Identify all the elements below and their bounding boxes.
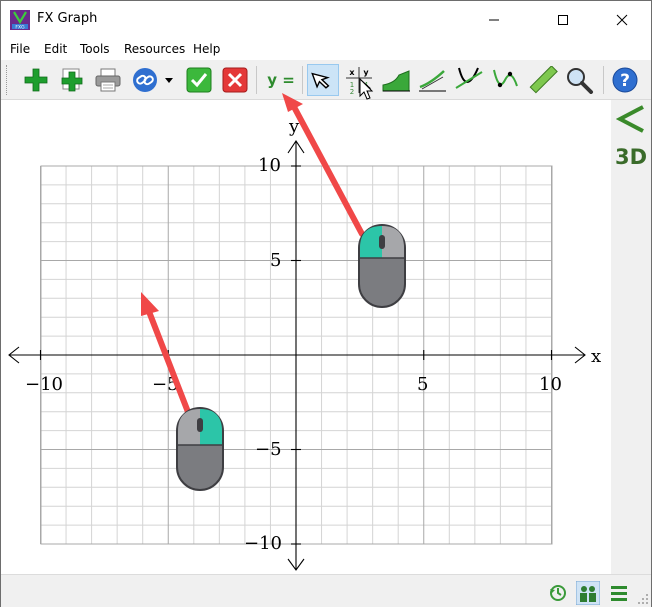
menu-file[interactable]: File <box>10 42 30 56</box>
svg-text:FXG: FXG <box>15 24 25 30</box>
printer-icon <box>95 68 121 92</box>
pointer-arrow-icon <box>311 72 330 89</box>
toolbar-separator <box>603 66 604 94</box>
link-button[interactable] <box>129 64 161 96</box>
x-tick-label: 10 <box>539 374 562 395</box>
svg-text:y: y <box>363 68 369 77</box>
svg-text:?: ? <box>620 71 630 91</box>
link-icon <box>133 68 157 92</box>
graph-canvas[interactable]: x y −10 −5 5 10 10 5 −5 −10 <box>1 100 611 574</box>
xy-table-icon: x y 1 4 2 <box>346 67 372 95</box>
resize-grip-icon[interactable] <box>637 593 649 605</box>
menu-tools[interactable]: Tools <box>80 42 110 56</box>
tangent-line-icon <box>419 70 446 92</box>
y-equals-label: y = <box>267 71 295 89</box>
y-tick-label: 10 <box>258 155 281 176</box>
x-tick-label: −5 <box>152 374 179 395</box>
print-button[interactable] <box>92 64 124 96</box>
svg-text:x: x <box>349 68 355 77</box>
toolbar-separator <box>256 66 257 94</box>
y-tick-label: −5 <box>255 439 282 460</box>
menu-help[interactable]: Help <box>193 42 220 56</box>
toolbar-grip[interactable] <box>6 65 9 95</box>
maximize-button[interactable] <box>540 1 586 38</box>
y-tick-label: −10 <box>244 533 282 554</box>
minimize-button[interactable] <box>471 1 517 38</box>
y-equals-button[interactable]: y = <box>263 64 299 96</box>
x-tick-label: −10 <box>25 374 63 395</box>
dropdown-arrow-icon <box>165 78 173 83</box>
close-icon <box>616 14 628 25</box>
area-tool-button[interactable] <box>380 64 412 96</box>
class-users-icon[interactable] <box>576 581 600 605</box>
svg-text:2: 2 <box>350 88 354 95</box>
y-tick-label: 5 <box>270 250 281 271</box>
table-of-values-button[interactable]: x y 1 4 2 <box>343 64 375 96</box>
history-clock-icon[interactable] <box>548 583 568 603</box>
window-title: FX Graph <box>37 11 98 26</box>
title-bar: FXG FX Graph <box>1 1 651 38</box>
magnifier-icon <box>567 68 593 94</box>
x-axis-label: x <box>591 346 601 367</box>
add-button[interactable] <box>20 64 52 96</box>
cancel-button[interactable] <box>219 64 251 96</box>
close-window-button[interactable] <box>599 1 645 38</box>
x-tick-label: 5 <box>417 374 428 395</box>
toolbar: y = x y 1 4 2 <box>1 60 651 100</box>
minimize-icon <box>489 19 499 20</box>
link-dropdown-button[interactable] <box>161 64 177 96</box>
intersection-tool-button[interactable] <box>453 64 485 96</box>
menu-lines-icon[interactable] <box>609 583 629 603</box>
tangent-tool-button[interactable] <box>416 64 448 96</box>
side-panel <box>611 100 651 574</box>
menu-edit[interactable]: Edit <box>44 42 67 56</box>
ruler-tool-button[interactable] <box>527 64 559 96</box>
y-axis-label: y <box>288 116 300 137</box>
graph-area[interactable]: x y −10 −5 5 10 10 5 −5 −10 <box>1 100 611 574</box>
maximize-icon <box>558 14 568 25</box>
x-cancel-icon <box>222 67 248 93</box>
zoom-button[interactable] <box>564 64 596 96</box>
status-bar <box>1 574 651 607</box>
add-page-button[interactable] <box>56 64 88 96</box>
app-window: FXG FX Graph File Edit Tools Resources H… <box>0 0 652 607</box>
toolbar-separator <box>302 66 303 94</box>
menu-resources[interactable]: Resources <box>124 42 185 56</box>
checkmark-icon <box>186 67 212 93</box>
accept-button[interactable] <box>183 64 215 96</box>
3d-toggle-button[interactable]: 3D <box>615 145 647 169</box>
pointer-tool-button[interactable] <box>307 64 339 96</box>
plus-icon <box>24 68 48 92</box>
help-question-icon: ? <box>612 67 638 93</box>
turning-points-button[interactable] <box>490 64 522 96</box>
menu-bar: File Edit Tools Resources Help <box>1 38 651 60</box>
turning-points-icon <box>493 69 518 88</box>
fx-graph-app-icon: FXG <box>10 10 30 30</box>
collapse-chevron-icon[interactable] <box>616 104 646 134</box>
area-under-curve-icon <box>382 70 410 92</box>
ruler-icon <box>529 66 558 94</box>
intersect-curves-icon <box>455 67 483 89</box>
help-button[interactable]: ? <box>609 64 641 96</box>
add-page-icon <box>61 68 83 92</box>
